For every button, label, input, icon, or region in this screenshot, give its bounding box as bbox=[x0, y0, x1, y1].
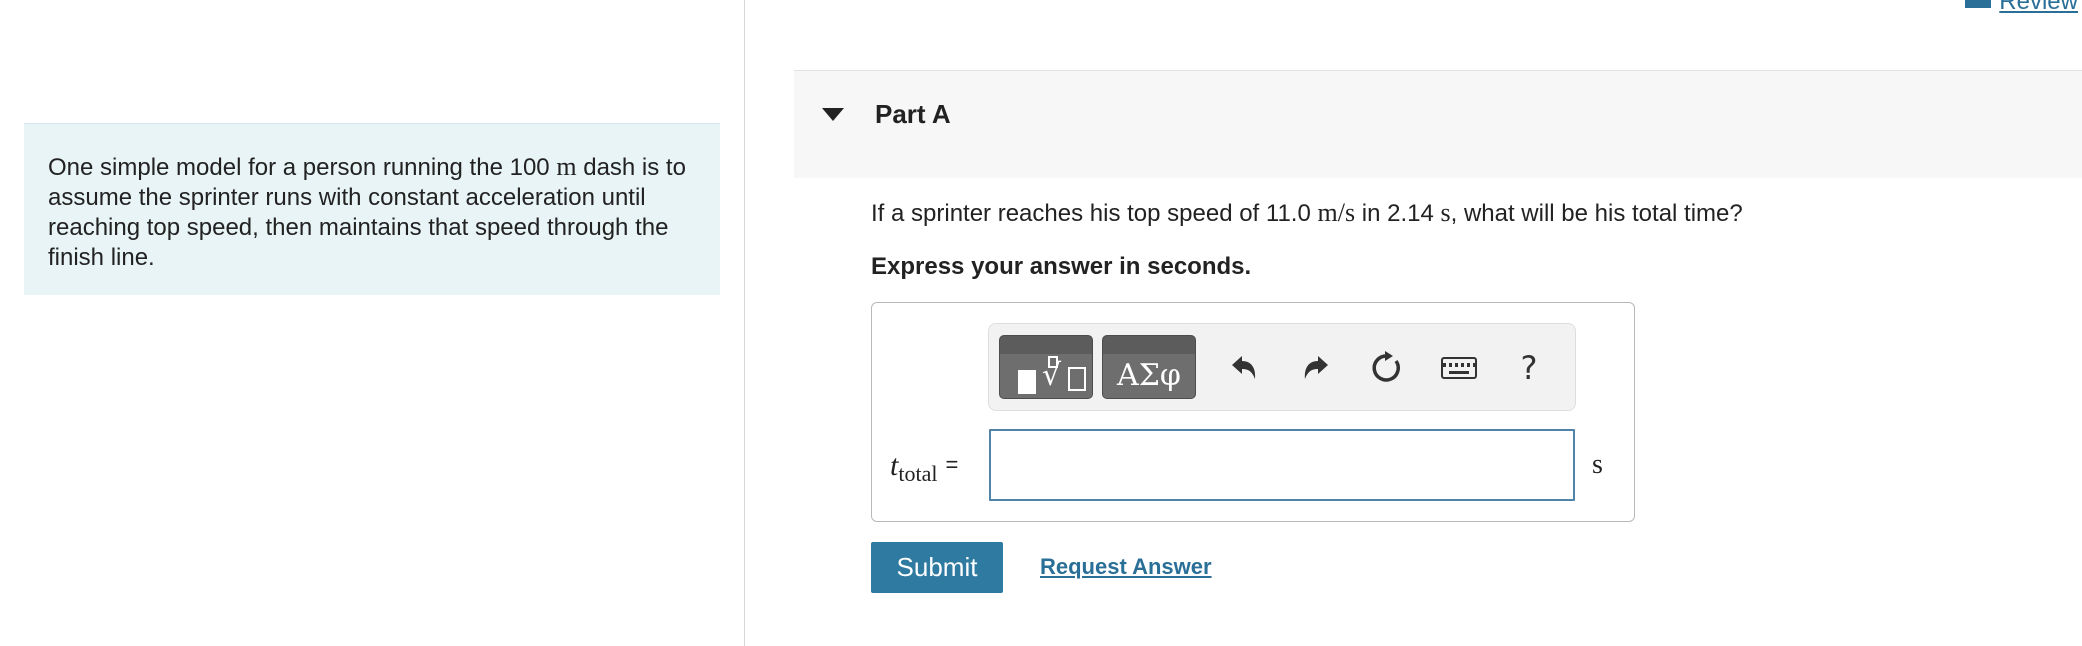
part-a-header[interactable]: Part A bbox=[794, 70, 2082, 178]
part-title: Part A bbox=[875, 99, 951, 129]
undo-icon[interactable] bbox=[1221, 346, 1265, 390]
answer-unit: s bbox=[1592, 449, 1603, 480]
question-text: If a sprinter reaches his top speed of 1… bbox=[871, 198, 1743, 228]
answer-input[interactable] bbox=[989, 429, 1575, 501]
request-answer-link[interactable]: Request Answer bbox=[1040, 554, 1212, 580]
equals-sign: = bbox=[945, 452, 959, 477]
problem-intro: One simple model for a person running th… bbox=[24, 123, 720, 295]
template-radicand-icon bbox=[1068, 367, 1086, 391]
question-text-3: , what will be his total time? bbox=[1450, 200, 1743, 227]
panel-divider bbox=[744, 0, 745, 646]
greek-label: ΑΣφ bbox=[1117, 358, 1181, 393]
template-square-icon bbox=[1018, 370, 1036, 394]
answer-box: √ ΑΣφ ? ttotal = s bbox=[871, 302, 1635, 522]
intro-text-before: One simple model for a person running th… bbox=[48, 154, 550, 181]
reset-icon[interactable] bbox=[1365, 346, 1409, 390]
question-unit-speed: m/s bbox=[1317, 198, 1356, 227]
caret-down-icon[interactable] bbox=[822, 108, 844, 121]
intro-unit-meters: m bbox=[556, 152, 577, 181]
redo-icon[interactable] bbox=[1295, 346, 1339, 390]
review-label: Review bbox=[1999, 0, 2078, 15]
answer-instruction: Express your answer in seconds. bbox=[871, 253, 1252, 280]
math-toolbar: √ ΑΣφ ? bbox=[988, 323, 1576, 411]
review-link[interactable]: Review bbox=[1965, 0, 2078, 16]
answer-variable-label: ttotal = bbox=[890, 449, 958, 487]
question-text-2: in 2.14 bbox=[1361, 200, 1434, 227]
left-panel: One simple model for a person running th… bbox=[0, 0, 744, 646]
submit-button[interactable]: Submit bbox=[871, 542, 1003, 593]
question-unit-time: s bbox=[1440, 198, 1451, 227]
templates-button[interactable]: √ bbox=[999, 335, 1093, 399]
help-icon[interactable]: ? bbox=[1507, 346, 1551, 390]
sqrt-icon: √ bbox=[1042, 358, 1062, 393]
variable-subscript: total bbox=[898, 461, 938, 486]
greek-symbols-button[interactable]: ΑΣφ bbox=[1102, 335, 1196, 399]
keyboard-icon[interactable] bbox=[1437, 346, 1481, 390]
book-icon bbox=[1965, 0, 1992, 8]
question-text-1: If a sprinter reaches his top speed of 1… bbox=[871, 200, 1311, 227]
